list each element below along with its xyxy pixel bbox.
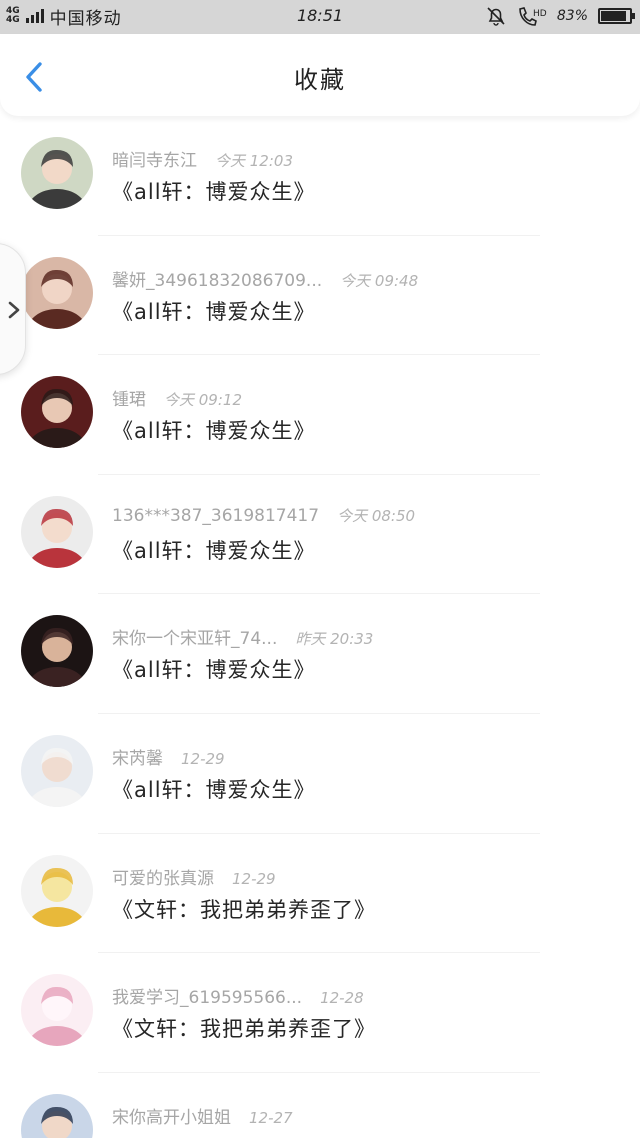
favorite-meta: 宋芮馨 12-29	[112, 744, 225, 769]
avatar-image	[21, 376, 93, 449]
favorite-item[interactable]: 宋你一个宋亚轩_74... 昨天 20:33 《all轩：博爱众生》	[0, 594, 640, 714]
avatar-image	[21, 974, 93, 1047]
author-name: 馨妍_34961832086709...	[112, 270, 323, 291]
favorite-item[interactable]: 宋你高开小姐姐 12-27 《all轩：博爱众生》	[0, 1073, 640, 1138]
favorite-item[interactable]: 暗闫寺东江 今天 12:03 《all轩：博爱众生》	[0, 116, 640, 236]
favorite-meta: 暗闫寺东江 今天 12:03	[112, 146, 293, 171]
author-name: 宋芮馨	[112, 748, 163, 769]
favorite-title: 《all轩：博爱众生》	[112, 299, 316, 324]
nav-bar: 收藏	[0, 34, 640, 116]
avatar-image	[21, 256, 93, 329]
favorite-meta: 宋你高开小姐姐 12-27	[112, 1103, 293, 1128]
favorite-title: 《all轩：博爱众生》	[112, 777, 316, 802]
favorite-item[interactable]: 136***387_3619817417 今天 08:50 《all轩：博爱众生》	[0, 475, 640, 595]
avatar[interactable]	[21, 1093, 93, 1138]
favorite-meta: 馨妍_34961832086709... 今天 09:48	[112, 266, 418, 291]
favorite-item[interactable]: 可爱的张真源 12-29 《文轩：我把弟弟养歪了》	[0, 834, 640, 954]
favorite-time: 今天 12:03	[215, 152, 293, 170]
status-bar: 4G 4G 中国移动 18:51 HD 83%	[0, 0, 640, 34]
author-name: 136***387_3619817417	[112, 505, 320, 526]
avatar-image	[21, 137, 93, 209]
avatar[interactable]	[21, 137, 93, 209]
avatar-image	[21, 495, 93, 568]
battery-icon	[598, 8, 635, 24]
favorite-meta: 我爱学习_619595566... 12-28	[112, 983, 364, 1008]
bell-muted-icon	[487, 7, 505, 26]
favorite-item[interactable]: 我爱学习_619595566... 12-28 《文轩：我把弟弟养歪了》	[0, 953, 640, 1073]
favorite-time: 昨天 20:33	[295, 630, 374, 649]
favorite-item[interactable]: 宋芮馨 12-29 《all轩：博爱众生》	[0, 714, 640, 834]
author-name: 锺珺	[112, 390, 146, 411]
avatar[interactable]	[21, 615, 93, 688]
favorite-time: 12-29	[181, 749, 225, 768]
favorite-title: 《all轩：博爱众生》	[112, 658, 316, 683]
author-name: 宋你高开小姐姐	[112, 1107, 231, 1128]
favorite-time: 12-29	[232, 869, 276, 888]
page-title: 收藏	[294, 66, 346, 94]
favorite-meta: 136***387_3619817417 今天 08:50	[112, 505, 415, 526]
author-name: 我爱学习_619595566...	[112, 988, 303, 1009]
favorite-item[interactable]: 馨妍_34961832086709... 今天 09:48 《all轩：博爱众生》	[0, 236, 640, 356]
avatar[interactable]	[21, 974, 93, 1047]
favorite-title: 《all轩：博爱众生》	[112, 1133, 316, 1138]
favorite-title: 《all轩：博爱众生》	[112, 419, 316, 444]
author-name: 宋你一个宋亚轩_74...	[112, 629, 278, 650]
battery-fill	[601, 11, 626, 21]
author-name: 暗闫寺东江	[112, 151, 197, 171]
favorite-title: 《all轩：博爱众生》	[112, 538, 316, 563]
avatar-image	[21, 1093, 93, 1138]
battery-percent: 83%	[556, 8, 588, 24]
favorite-title: 《all轩：博爱众生》	[112, 180, 316, 204]
status-right: HD 83%	[485, 5, 635, 27]
favorite-meta: 宋你一个宋亚轩_74... 昨天 20:33	[112, 624, 373, 649]
avatar-image	[21, 734, 93, 807]
phone-hd-icon: HD	[519, 7, 547, 26]
favorite-title: 《文轩：我把弟弟养歪了》	[112, 1017, 376, 1042]
favorite-meta: 锺珺 今天 09:12	[112, 385, 242, 410]
favorite-meta: 可爱的张真源 12-29	[112, 864, 276, 889]
author-name: 可爱的张真源	[112, 868, 214, 889]
avatar[interactable]	[21, 495, 93, 568]
avatar[interactable]	[21, 376, 93, 449]
favorite-time: 12-27	[249, 1108, 293, 1127]
favorite-time: 今天 09:48	[340, 271, 419, 290]
avatar[interactable]	[21, 256, 93, 329]
chevron-right-icon	[8, 301, 20, 319]
favorite-title: 《文轩：我把弟弟养歪了》	[112, 897, 376, 922]
favorite-time: 今天 09:12	[164, 391, 242, 410]
favorite-time: 12-28	[320, 989, 364, 1008]
avatar[interactable]	[21, 734, 93, 807]
favorite-time: 今天 08:50	[337, 506, 416, 525]
avatar[interactable]	[21, 854, 93, 927]
hd-label: HD	[533, 9, 547, 19]
side-drawer-handle[interactable]	[0, 243, 26, 375]
avatar-image	[21, 615, 93, 688]
avatar-image	[21, 854, 93, 927]
favorite-item[interactable]: 锺珺 今天 09:12 《all轩：博爱众生》	[0, 355, 640, 475]
favorites-list: 暗闫寺东江 今天 12:03 《all轩：博爱众生》 馨妍_3496183208670…	[0, 116, 640, 1138]
